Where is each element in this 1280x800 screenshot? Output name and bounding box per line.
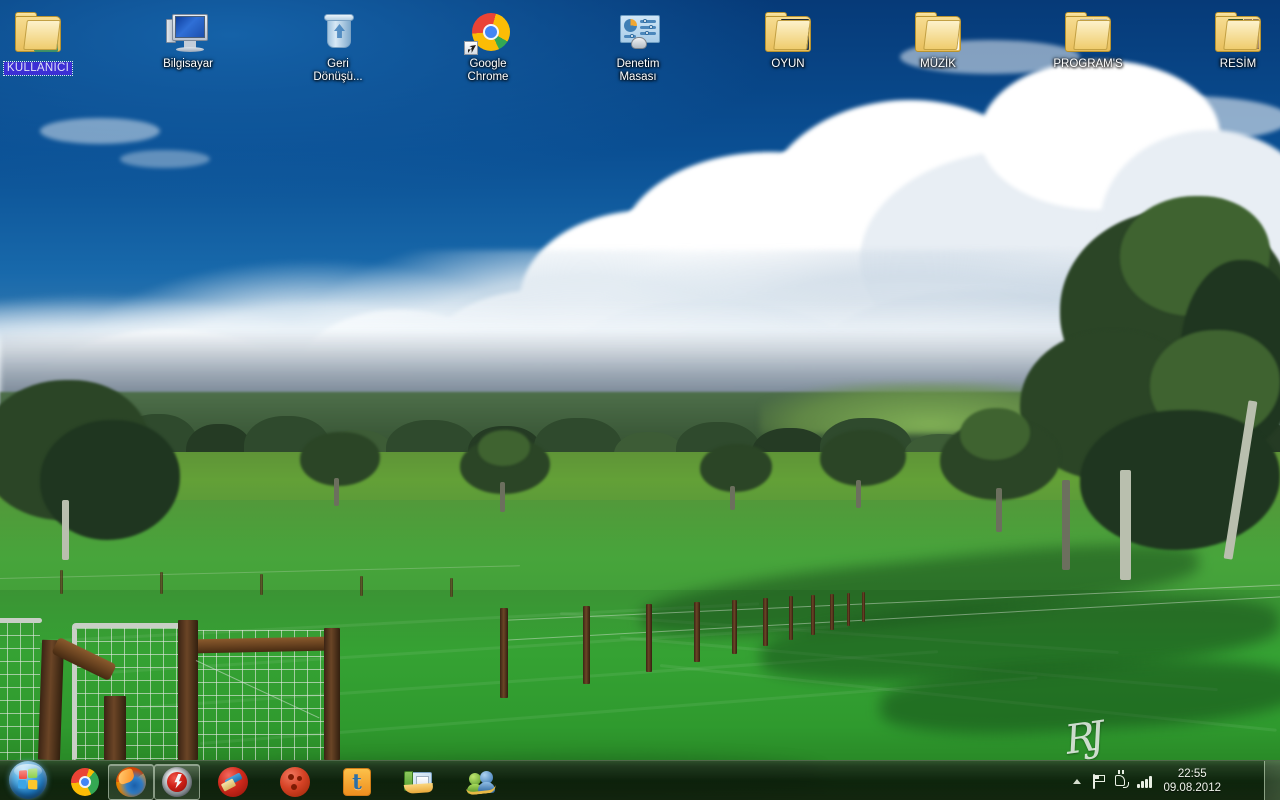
control-panel-icon	[614, 8, 662, 56]
desktop-icon-label: Google Chrome	[467, 58, 509, 83]
desktop-icon-oyun[interactable]: OYUN	[750, 4, 826, 71]
recycle-bin-icon	[314, 8, 362, 56]
network-icon	[1113, 770, 1130, 789]
signal-icon	[1136, 775, 1154, 788]
chrome-icon	[70, 767, 100, 797]
desktop-icon-control-panel[interactable]: Denetim Masası	[600, 4, 676, 84]
clock[interactable]: 22:55 09.08.2012	[1158, 767, 1228, 795]
desktop-icon-muzik[interactable]: MÜZİK	[900, 4, 976, 71]
desktop-icon-label: RESİM	[1219, 58, 1257, 70]
desktop-icon-label: MÜZİK	[920, 58, 956, 70]
red-disc-icon	[162, 766, 192, 797]
computer-icon	[164, 8, 212, 56]
ccleaner-icon	[218, 766, 248, 797]
taskbar: t 22:55 09.08.2012	[0, 760, 1280, 800]
desktop-icon-label: Denetim Masası	[616, 58, 660, 83]
firefox-icon	[116, 766, 146, 797]
chevron-up-icon	[1073, 778, 1082, 784]
windows-orb-icon	[9, 761, 47, 799]
desktop-icon-label: Bilgisayar	[163, 58, 213, 70]
desktop-icon-user-folder[interactable]: KULLANICI	[0, 4, 76, 76]
desktop-icon-recycle-bin[interactable]: Geri Dönüşü...	[300, 4, 376, 84]
taskbar-item-livemail[interactable]	[396, 764, 442, 800]
taskbar-item-redapp[interactable]	[154, 763, 200, 800]
tray-icon-network[interactable]	[1110, 764, 1132, 798]
messenger-icon	[465, 767, 497, 797]
opera-icon	[280, 766, 310, 797]
desktop-icon-computer[interactable]: Bilgisayar	[150, 4, 226, 71]
desktop-icon-label: OYUN	[771, 58, 805, 70]
flag-icon	[1092, 773, 1107, 789]
tumblr-icon: t	[342, 767, 372, 797]
system-tray: 22:55 09.08.2012	[1066, 761, 1228, 800]
folder-music-icon	[914, 8, 962, 56]
folder-open-game-icon	[764, 8, 812, 56]
taskbar-item-opera[interactable]	[272, 764, 318, 800]
taskbar-item-ccleaner[interactable]	[210, 764, 256, 800]
taskbar-item-firefox[interactable]	[108, 763, 154, 800]
desktop-icon-programs[interactable]: PROGRAM'S	[1050, 4, 1126, 71]
chrome-icon	[464, 8, 512, 56]
desktop-icon-google-chrome[interactable]: Google Chrome	[450, 4, 526, 84]
clock-time: 22:55	[1177, 768, 1207, 780]
tray-icon-signal[interactable]	[1132, 764, 1158, 798]
taskbar-items: t	[62, 761, 504, 800]
shortcut-arrow-icon	[464, 41, 478, 55]
tray-icon-action-center[interactable]	[1088, 764, 1110, 798]
start-button[interactable]	[1, 759, 55, 800]
folder-docs-icon	[1064, 8, 1112, 56]
folder-user-icon	[14, 8, 62, 56]
taskbar-item-tumblr[interactable]: t	[334, 764, 380, 800]
desktop-icon-label: KULLANICI	[2, 61, 74, 76]
desktop-icon-resim[interactable]: RESİM	[1200, 4, 1276, 71]
desktop-icon-label: PROGRAM'S	[1053, 58, 1123, 70]
mail-icon	[403, 767, 434, 797]
clock-date: 09.08.2012	[1163, 782, 1221, 794]
desktop-icon-grid: KULLANICI Bilgisayar Geri Dönüşü... Goog…	[0, 0, 1280, 800]
folder-pictures-icon	[1214, 8, 1262, 56]
desktop-icon-label: Geri Dönüşü...	[313, 58, 363, 83]
show-hidden-icons-button[interactable]	[1066, 764, 1088, 798]
taskbar-item-chrome[interactable]	[62, 764, 108, 800]
taskbar-item-messenger[interactable]	[458, 764, 504, 800]
show-desktop-button[interactable]	[1264, 761, 1280, 800]
